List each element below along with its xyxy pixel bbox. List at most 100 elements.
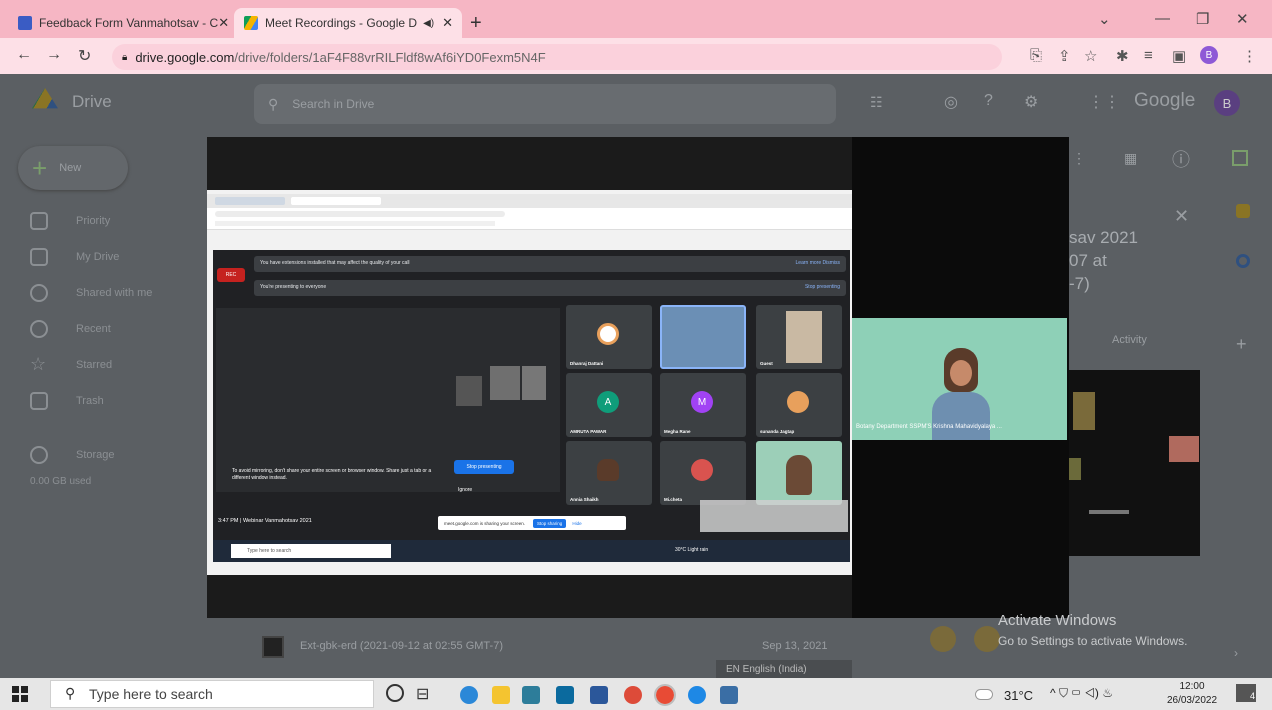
language-tooltip: EN English (India) [716, 660, 852, 678]
help-icon[interactable]: ? [984, 92, 993, 110]
info-icon[interactable]: ⓘ [1172, 146, 1190, 172]
tab-label: Feedback Form Vanmahotsav - C [39, 16, 219, 30]
new-button[interactable]: + New [18, 146, 128, 190]
tasks-icon[interactable] [1236, 254, 1250, 268]
minimize-button[interactable]: — [1155, 10, 1170, 27]
filter-icon[interactable]: ☷ [870, 94, 883, 111]
bookmark-star-icon[interactable]: ☆ [1084, 47, 1097, 65]
mail-icon[interactable] [556, 686, 574, 704]
grid-view-icon[interactable]: ▦ [1124, 150, 1137, 167]
edge-icon[interactable] [460, 686, 478, 704]
calendar-icon[interactable] [1232, 150, 1248, 166]
notification-center-icon[interactable]: 4 [1236, 684, 1256, 702]
apps-icon[interactable]: ⋮⋮ [1088, 92, 1120, 112]
more-icon[interactable]: ⋮ [1072, 150, 1086, 167]
store-icon[interactable] [522, 686, 540, 704]
file-row-date: Sep 13, 2021 [762, 640, 828, 652]
sidebar-item-recent[interactable]: Recent [30, 320, 111, 338]
participant-tile: sunanda Jagtap [756, 373, 842, 437]
cortana-icon[interactable] [386, 684, 404, 702]
sidepanel-icon[interactable]: ▣ [1172, 47, 1186, 65]
presenter-label: Botany Department SSPM'S Krishna Mahavid… [856, 424, 1002, 430]
shared-browser-tabs [207, 194, 852, 208]
rec-badge: REC [217, 268, 245, 282]
new-tab-button[interactable]: + [470, 12, 482, 35]
share-icon[interactable]: ⇪ [1058, 47, 1071, 65]
details-title: sav 2021 07 at -7) [1069, 228, 1138, 293]
sidebar-item-priority[interactable]: Priority [30, 212, 110, 230]
file-row-name[interactable]: Ext-gbk-erd (2021-09-12 at 02:55 GMT-7) [300, 640, 503, 652]
chrome-profile-icon[interactable] [654, 684, 676, 706]
profile-avatar[interactable]: B [1200, 46, 1218, 64]
sidebar-item-shared[interactable]: Shared with me [30, 284, 152, 302]
offline-icon[interactable]: ◎ [944, 92, 958, 112]
paint-icon[interactable] [720, 686, 738, 704]
word-icon[interactable] [590, 686, 608, 704]
tab-meet-recordings[interactable]: Meet Recordings - Google D ◀) ✕ [234, 8, 462, 38]
drive-logo-text: Drive [72, 92, 112, 111]
stop-presenting-button[interactable]: Stop presenting [454, 460, 514, 474]
search-placeholder: Search in Drive [292, 97, 375, 111]
sidebar-item-my-drive[interactable]: My Drive [30, 248, 119, 266]
reading-list-icon[interactable]: ≡ [1144, 47, 1153, 64]
extensions-icon[interactable]: ✱ [1116, 47, 1129, 65]
close-icon[interactable]: ✕ [218, 15, 229, 31]
install-icon[interactable]: ⎘ [1030, 47, 1042, 64]
presenter-body [932, 392, 990, 440]
reload-icon[interactable]: ↻ [78, 46, 91, 66]
participant-tile: Dhanraj Dattani [566, 305, 652, 369]
keep-icon[interactable] [1236, 204, 1250, 218]
sidebar-item-storage[interactable]: Storage [30, 446, 115, 464]
close-icon[interactable]: ✕ [442, 15, 453, 31]
settings-icon[interactable]: ⚙ [1024, 92, 1038, 112]
task-view-icon[interactable]: ⊟ [416, 684, 429, 704]
video-file-icon [262, 636, 284, 658]
lock-icon: 🔒︎ [122, 51, 128, 63]
clock[interactable]: 12:00 26/03/2022 [1162, 680, 1222, 708]
ignore-link[interactable]: Ignore [458, 487, 472, 493]
details-preview [1069, 370, 1200, 556]
search-box[interactable]: ⚲ Search in Drive [254, 84, 836, 124]
back-icon[interactable]: ← [16, 46, 32, 64]
close-details-icon[interactable]: ✕ [1174, 206, 1189, 227]
participant-tile [756, 441, 842, 505]
close-window-button[interactable]: ✕ [1236, 10, 1249, 28]
drive-icon [244, 16, 258, 30]
address-bar[interactable]: 🔒︎ drive.google.com /drive/folders/1aF4F… [112, 44, 1002, 70]
participant-tile [660, 305, 746, 369]
mirror-warning: To avoid mirroring, don't share your ent… [232, 468, 432, 481]
meeting-info: 3:47 PM | Webinar Vanmahotsav 2021 [218, 518, 312, 524]
maximize-button[interactable]: ❐ [1196, 10, 1209, 28]
tab-activity[interactable]: Activity [1112, 334, 1147, 346]
file-explorer-icon[interactable] [492, 686, 510, 704]
windows-start-icon[interactable] [12, 686, 28, 702]
participant-tile: M Megha Rane [660, 373, 746, 437]
plus-icon: + [32, 152, 48, 183]
add-addon-icon[interactable]: + [1236, 334, 1247, 355]
url-path: /drive/folders/1aF4F88vrRILFldf8wAf6iYD0… [234, 49, 546, 65]
chrome-icon[interactable] [624, 686, 642, 704]
telegram-icon[interactable] [688, 686, 706, 704]
sharing-notice: meet.google.com is sharing your screen. … [438, 516, 626, 530]
forms-icon [18, 16, 32, 30]
sidebar-item-starred[interactable]: ☆ Starred [30, 355, 112, 374]
menu-icon[interactable]: ⋮ [1242, 47, 1257, 65]
temperature[interactable]: 31°C [1004, 688, 1033, 703]
tab-search-icon[interactable]: ⌄ [1098, 10, 1111, 28]
taskbar-search[interactable]: ⚲ Type here to search [50, 680, 374, 708]
cloud-icon [30, 446, 48, 464]
sidebar-item-trash[interactable]: Trash [30, 392, 104, 410]
google-brand: Google [1134, 90, 1196, 111]
tab-feedback-form[interactable]: Feedback Form Vanmahotsav - C ✕ [8, 8, 230, 38]
weather-icon [976, 690, 992, 699]
presenting-banner: You're presenting to everyone Stop prese… [254, 280, 846, 296]
participant-tile: Guest [756, 305, 842, 369]
new-label: New [59, 162, 82, 174]
account-avatar[interactable]: B [1214, 90, 1240, 116]
owner-avatar [974, 626, 1000, 652]
tray-icons[interactable]: ^ ⛉ ▭ ◁) ♨ [1050, 686, 1113, 701]
chevron-right-icon[interactable]: › [1234, 646, 1238, 660]
shared-icon [30, 284, 48, 302]
meet-controls [700, 500, 848, 532]
forward-icon[interactable]: → [46, 46, 62, 64]
